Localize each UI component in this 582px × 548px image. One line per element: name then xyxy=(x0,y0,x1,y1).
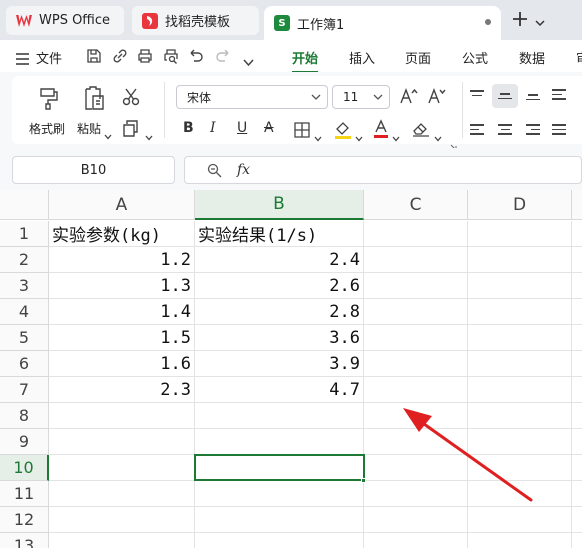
save-icon[interactable] xyxy=(86,48,102,64)
cell-reference: B10 xyxy=(80,162,107,178)
bold-icon[interactable]: B xyxy=(183,120,194,136)
hamburger-icon[interactable] xyxy=(16,50,29,69)
align-middle-icon[interactable] xyxy=(498,93,512,102)
tab-page[interactable]: 页面 xyxy=(405,48,431,67)
ribbon-separator xyxy=(164,82,165,138)
tab-review[interactable]: 审 xyxy=(576,48,582,67)
spreadsheet-icon: S xyxy=(274,15,290,31)
title-tab-bar: WPS Office 找稻壳模板 S 工作簿1 xyxy=(0,0,582,40)
font-size-select[interactable]: 11 xyxy=(332,85,390,109)
clear-format-icon[interactable] xyxy=(412,121,430,141)
italic-icon[interactable]: I xyxy=(210,120,216,136)
print-preview-icon[interactable] xyxy=(163,48,179,64)
unsaved-dot-icon[interactable] xyxy=(485,19,491,25)
tab-templates[interactable]: 找稻壳模板 xyxy=(132,6,259,35)
name-box[interactable]: B10 xyxy=(12,156,175,184)
font-name-select[interactable]: 宋体 xyxy=(176,85,328,109)
format-painter-label[interactable]: 格式刷 xyxy=(29,120,65,137)
copy-dropdown-icon[interactable] xyxy=(145,126,153,145)
tab-templates-label: 找稻壳模板 xyxy=(165,15,231,30)
quick-access-more-icon[interactable] xyxy=(243,52,259,68)
ribbon: 格式刷 粘贴 宋体 11 B I U A xyxy=(0,72,582,151)
font-color-dropdown-icon[interactable] xyxy=(392,127,400,146)
plus-icon[interactable] xyxy=(512,10,528,32)
file-menu[interactable]: 文件 xyxy=(36,48,62,67)
align-top-icon[interactable] xyxy=(470,90,484,99)
strikethrough-icon[interactable]: A xyxy=(264,120,274,136)
tab-wps-office-label: WPS Office xyxy=(39,13,111,28)
wrap-text-icon[interactable] xyxy=(552,89,566,103)
tab-wps-office[interactable]: WPS Office xyxy=(6,6,124,35)
docer-logo-icon xyxy=(142,12,158,29)
insert-function-icon[interactable]: fx xyxy=(237,162,250,178)
align-left-icon[interactable] xyxy=(470,124,484,138)
tab-home[interactable]: 开始 xyxy=(292,48,318,67)
chevron-down-icon xyxy=(311,91,321,105)
menu-row: 文件 开始 插入 页面 公式 数据 审 xyxy=(0,40,582,73)
ribbon-panel: 格式刷 粘贴 宋体 11 B I U A xyxy=(12,76,582,151)
fill-color-dropdown-icon[interactable] xyxy=(355,127,363,146)
decrease-font-icon[interactable] xyxy=(428,88,446,108)
wps-logo-icon xyxy=(16,13,32,29)
font-name-value: 宋体 xyxy=(187,90,212,105)
tab-formulas[interactable]: 公式 xyxy=(462,48,488,67)
paste-dropdown-icon[interactable] xyxy=(104,125,112,144)
fill-color-icon[interactable] xyxy=(334,120,352,144)
cut-icon[interactable] xyxy=(122,88,140,110)
format-painter-icon[interactable] xyxy=(38,86,60,114)
increase-font-icon[interactable] xyxy=(400,88,418,108)
paste-label[interactable]: 粘贴 xyxy=(77,120,101,137)
copy-icon[interactable] xyxy=(122,120,140,142)
formula-bar: B10 fx xyxy=(0,148,582,190)
spreadsheet-grid: A B C D 1 实验参数(kg) 实验结果(1/s) 2 1.2 2.4 3 1.3 2.6… xyxy=(0,190,582,548)
tab-insert[interactable]: 插入 xyxy=(349,48,375,67)
tab-data[interactable]: 数据 xyxy=(519,48,545,67)
underline-icon[interactable]: U xyxy=(237,120,247,136)
print-icon[interactable] xyxy=(137,48,153,64)
zoom-formula-icon[interactable] xyxy=(207,163,222,182)
chevron-down-icon[interactable] xyxy=(535,13,545,32)
font-color-icon[interactable] xyxy=(373,119,389,143)
paste-icon[interactable] xyxy=(82,85,106,115)
borders-dropdown-icon[interactable] xyxy=(314,127,322,146)
font-size-value: 11 xyxy=(343,90,359,104)
tab-workbook[interactable]: S 工作簿1 xyxy=(264,6,501,40)
align-right-icon[interactable] xyxy=(526,124,540,138)
share-link-icon[interactable] xyxy=(112,48,128,64)
tab-workbook-label: 工作簿1 xyxy=(297,17,345,33)
align-bottom-icon[interactable] xyxy=(526,94,540,103)
ribbon-separator xyxy=(462,82,463,138)
clear-format-dropdown-icon[interactable] xyxy=(434,127,442,146)
chevron-down-icon xyxy=(373,91,383,105)
formula-input[interactable]: fx xyxy=(184,156,582,184)
align-center-icon[interactable] xyxy=(498,124,512,138)
annotation-arrow xyxy=(403,408,533,502)
undo-icon[interactable] xyxy=(188,48,204,64)
redo-icon[interactable] xyxy=(215,48,231,64)
borders-icon[interactable] xyxy=(294,122,310,142)
justify-icon[interactable] xyxy=(552,124,566,138)
